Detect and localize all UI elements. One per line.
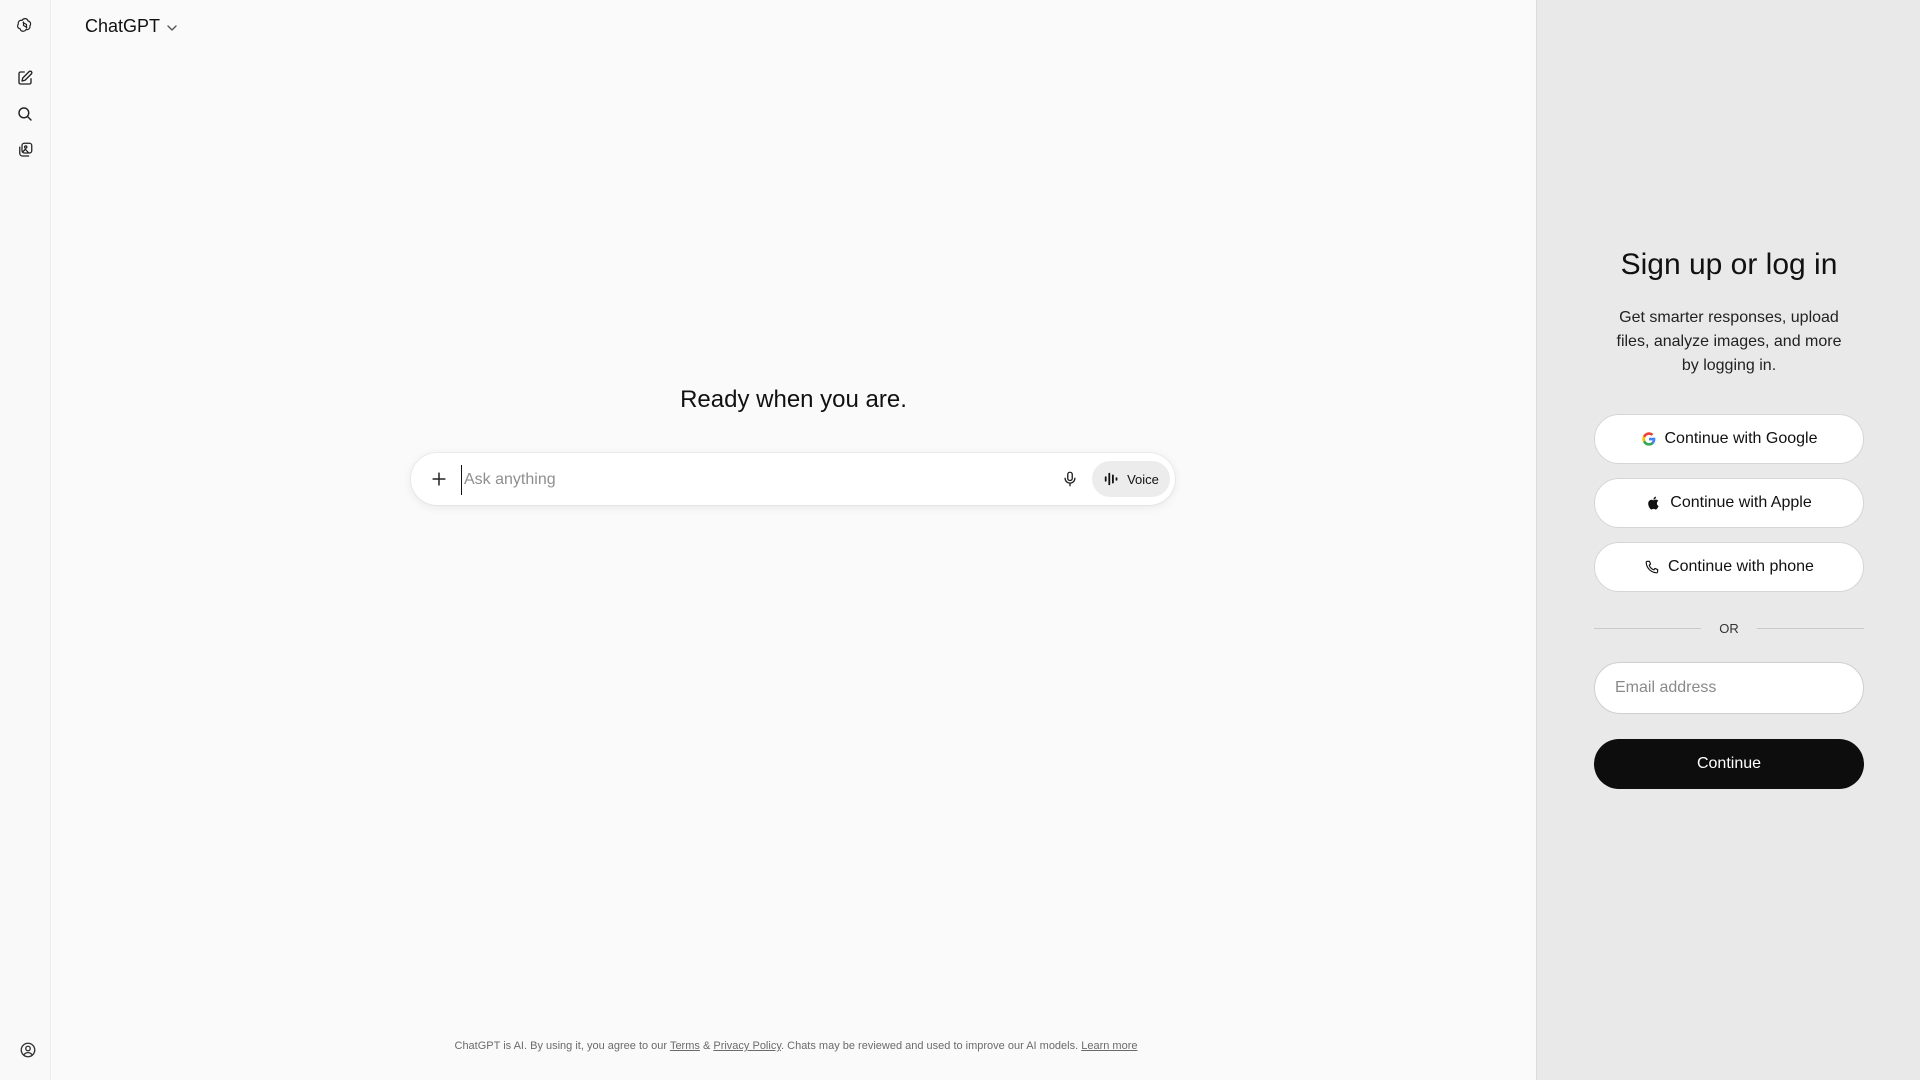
google-button-label: Continue with Google (1664, 430, 1818, 447)
apple-button-label: Continue with Apple (1670, 494, 1812, 511)
or-label: OR (1719, 620, 1739, 636)
chat-input[interactable] (461, 465, 1026, 495)
voice-mode-button[interactable]: Voice (1092, 461, 1170, 497)
help-icon[interactable] (16, 1038, 40, 1062)
microphone-icon (1064, 471, 1076, 487)
footer-middle: . Chats may be reviewed and used to impr… (781, 1040, 1079, 1052)
model-name: ChatGPT (85, 15, 161, 36)
footer-prefix: ChatGPT is AI. By using it, you agree to… (454, 1040, 668, 1052)
continue-button[interactable]: Continue (1594, 739, 1864, 789)
privacy-policy-link[interactable]: Privacy Policy (713, 1040, 781, 1052)
new-chat-icon[interactable] (13, 66, 37, 90)
plus-icon (432, 472, 446, 486)
continue-with-phone-button[interactable]: Continue with phone (1594, 542, 1864, 592)
divider-line (1594, 627, 1702, 629)
auth-subtitle: Get smarter responses, upload files, ana… (1616, 309, 1842, 374)
continue-with-google-button[interactable]: Continue with Google (1594, 414, 1864, 464)
apple-logo-icon (1648, 496, 1659, 510)
google-logo-icon (1641, 432, 1655, 446)
voice-button-label: Voice (1127, 471, 1159, 487)
phone-icon (1645, 560, 1659, 574)
voice-waveform-icon (1104, 472, 1118, 486)
page-headline: Ready when you are. (680, 386, 907, 413)
auth-title: Sign up or log in (1620, 248, 1838, 281)
footer-disclaimer: ChatGPT is AI. By using it, you agree to… (431, 1039, 1161, 1053)
dictate-button[interactable] (1054, 463, 1086, 495)
chat-composer: Voice (411, 453, 1175, 505)
divider-line (1756, 627, 1864, 629)
footer-and: & (702, 1040, 711, 1052)
learn-more-link[interactable]: Learn more (1081, 1040, 1137, 1052)
or-divider: OR (1594, 620, 1864, 636)
left-rail (0, 0, 51, 1080)
attach-button[interactable] (423, 463, 455, 495)
auth-panel: Sign up or log in Get smarter responses,… (1536, 0, 1920, 1080)
search-icon[interactable] (13, 102, 37, 126)
chevron-down-icon (167, 24, 177, 31)
phone-button-label: Continue with phone (1668, 558, 1814, 575)
main-area: ChatGPT Ready when you are. Voice ChatGP… (51, 0, 1536, 1080)
continue-with-apple-button[interactable]: Continue with Apple (1594, 478, 1864, 528)
model-switcher[interactable]: ChatGPT (85, 12, 178, 40)
email-field[interactable] (1594, 662, 1864, 714)
terms-link[interactable]: Terms (670, 1040, 700, 1052)
images-icon[interactable] (13, 138, 37, 162)
openai-logo-icon[interactable] (13, 13, 37, 37)
